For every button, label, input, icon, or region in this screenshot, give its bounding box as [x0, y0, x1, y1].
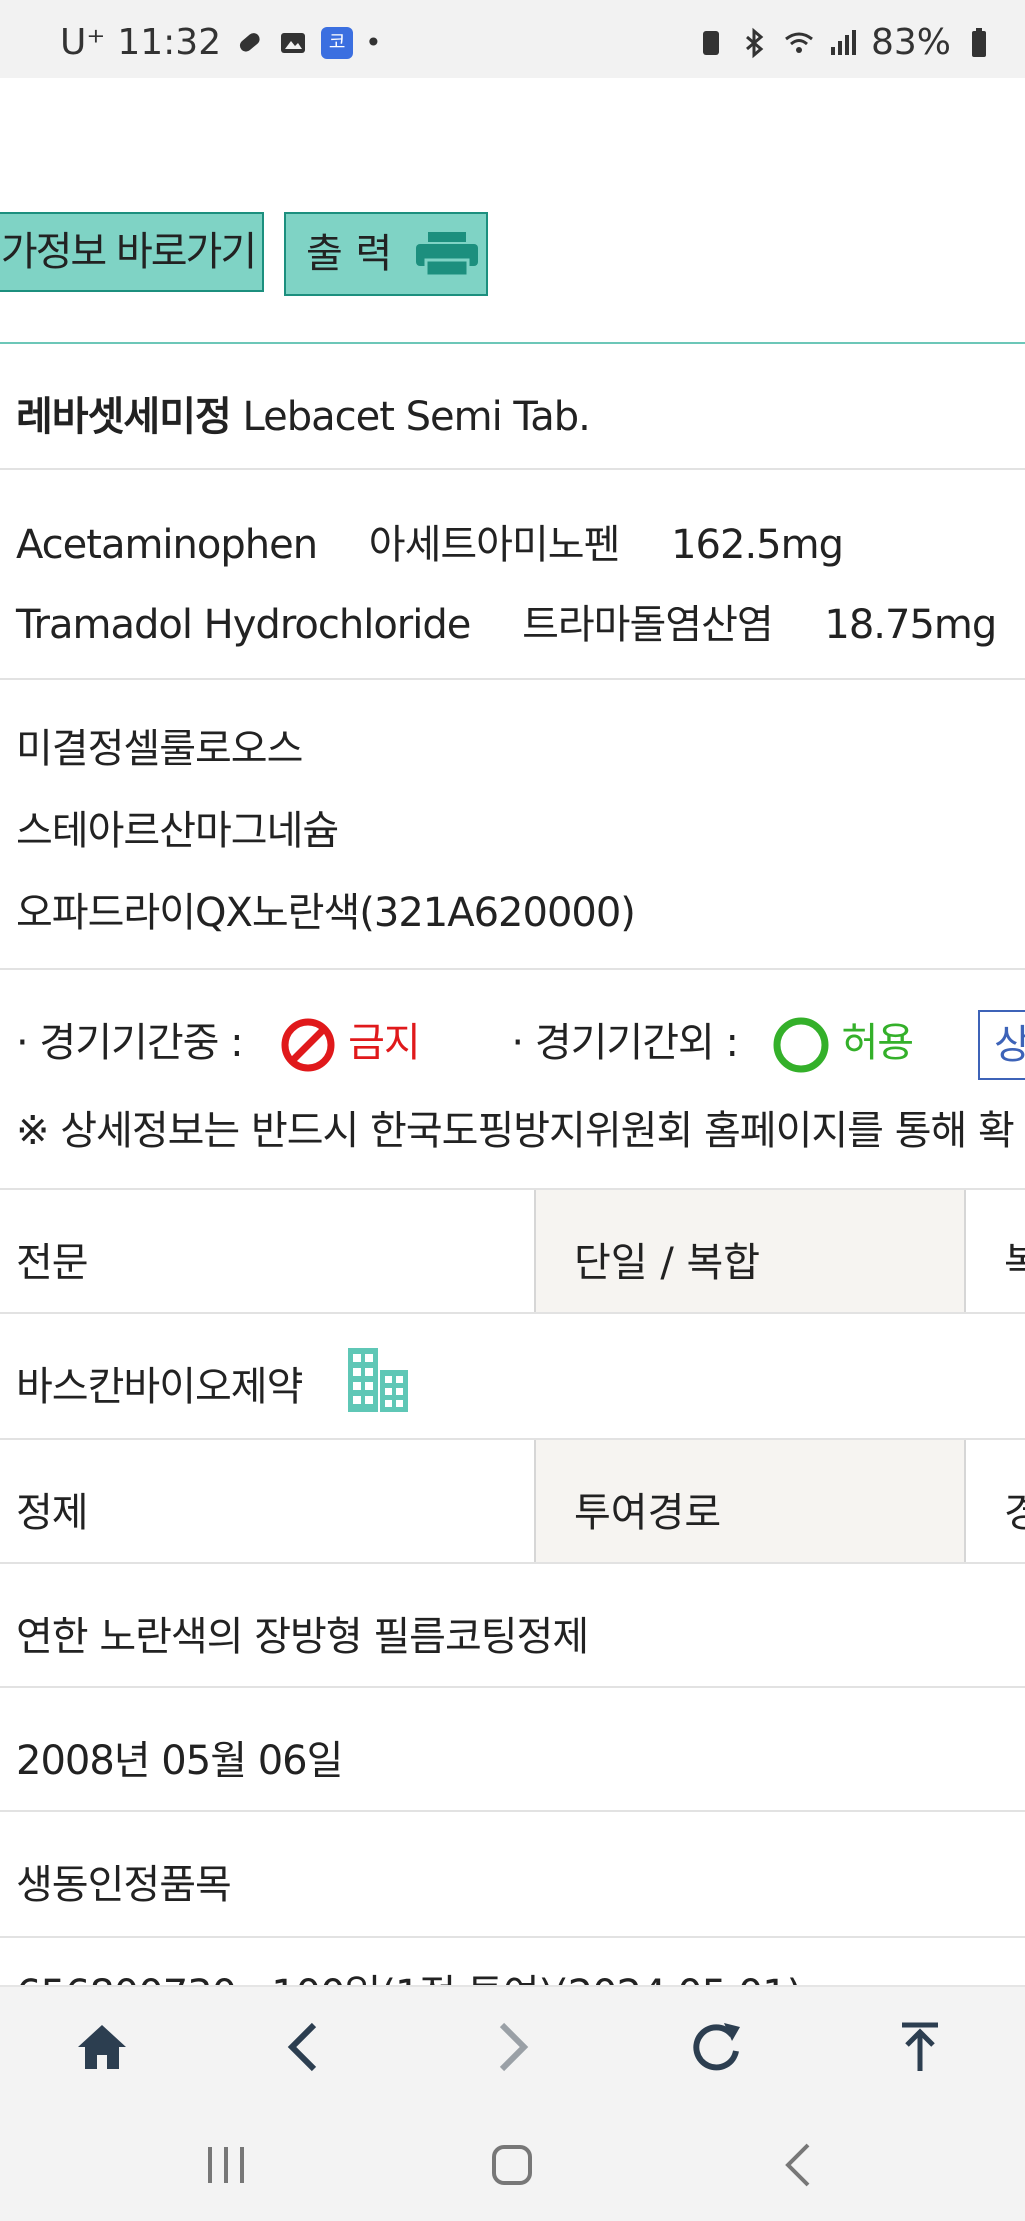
battery-icon [972, 27, 986, 57]
cut-off-cell-text: 복 [1004, 1240, 1025, 1286]
table-header-cell: 투여경로 [534, 1440, 964, 1562]
in-competition-status: 금지 [348, 1020, 421, 1066]
doping-row: · 경기기간중 : 금지 · 경기기간외 : 허용 상 ※ 상세정보는 반드시 … [0, 970, 1025, 1190]
company-name[interactable]: 바스칸바이오제약 [16, 1354, 303, 1412]
in-competition-label: · 경기기간중 : [16, 1020, 244, 1066]
status-bar: U⁺ 11:32 코 • 83% [0, 0, 1025, 78]
gallery-icon [281, 32, 306, 53]
product-name-ko: 레바셋세미정 [16, 394, 232, 440]
printer-icon [416, 232, 478, 278]
battery-percent: 83% [870, 22, 951, 63]
detail-link-button[interactable]: 가정보 바로가기 [0, 212, 264, 292]
table-header-cell: 단일 / 복합 [534, 1190, 964, 1312]
print-button[interactable]: 출 력 [284, 212, 488, 296]
recent-apps-icon[interactable] [196, 2135, 256, 2195]
out-competition-label: · 경기기간외 : [511, 1020, 739, 1066]
ingredient-ko: 트라마돌염산염 [522, 602, 774, 648]
company-row: 바스칸바이오제약 [0, 1314, 1025, 1440]
ingredient-amount: 18.75mg [824, 602, 997, 648]
additive-item: 미결정셀룰로오스 [16, 726, 303, 772]
ingredient-en: Acetaminophen [16, 522, 318, 568]
app-notification-icon: 코 [321, 26, 354, 59]
doping-notice: ※ 상세정보는 반드시 한국도핑방지위원회 홈페이지를 통해 확 [16, 1108, 1015, 1154]
product-name-en: Lebacet Semi Tab. [242, 394, 591, 440]
signal-icon [830, 29, 856, 55]
chevron-left-icon[interactable] [276, 2017, 336, 2077]
ingredient-amount: 162.5mg [671, 522, 844, 568]
ingredient-en: Tramadol Hydrochloride [16, 602, 471, 648]
cut-off-cell-text: 경 [1004, 1490, 1025, 1536]
status-right: 83% [695, 22, 995, 63]
battery-saver-icon [702, 30, 719, 55]
ingredient-item: Tramadol Hydrochloride 트라마돌염산염 18.75mg [16, 592, 997, 650]
forbidden-icon [281, 1018, 335, 1072]
status-left: U⁺ 11:32 코 • [60, 22, 382, 63]
appearance-text: 연한 노란색의 장방형 필름코팅정제 [16, 1614, 589, 1660]
table-row: 정제 투여경로 경 [0, 1440, 1025, 1564]
additive-item: 스테아르산마그네슘 [16, 808, 339, 854]
table-cell-cut: 경 [964, 1440, 1025, 1562]
allowed-icon [773, 1017, 829, 1073]
chevron-right-icon[interactable] [480, 2017, 540, 2077]
single-combo-header: 단일 / 복합 [574, 1240, 761, 1286]
more-notifications-dot: • [365, 26, 382, 59]
home-button-icon[interactable] [482, 2135, 542, 2195]
product-name: 레바셋세미정 Lebacet Semi Tab. [16, 384, 591, 442]
dosage-form: 정제 [16, 1490, 89, 1536]
scroll-top-icon[interactable] [890, 2017, 950, 2077]
ingredient-item: Acetaminophen 아세트아미노펜 162.5mg [16, 512, 844, 570]
browser-bottom-bar [0, 1985, 1025, 2105]
doping-detail-button[interactable]: 상 [978, 1010, 1025, 1080]
prescription-type: 전문 [16, 1240, 89, 1286]
table-cell-cut: 복 [964, 1190, 1025, 1312]
product-name-row: 레바셋세미정 Lebacet Semi Tab. [0, 344, 1025, 470]
approval-date: 2008년 05월 06일 [16, 1738, 343, 1784]
additives-row: 미결정셀룰로오스 스테아르산마그네슘 오파드라이QX노란색(321A620000… [0, 680, 1025, 970]
ingredients-row: Acetaminophen 아세트아미노펜 162.5mg Tramadol H… [0, 470, 1025, 680]
system-nav-bar [0, 2105, 1025, 2221]
additive-item: 오파드라이QX노란색(321A620000) [16, 890, 636, 936]
print-label: 출 력 [306, 231, 393, 277]
table-row: 전문 단일 / 복합 복 [0, 1190, 1025, 1314]
back-button-icon[interactable] [770, 2135, 830, 2195]
bioequivalence-row: 생동인정품목 [0, 1812, 1025, 1938]
doping-status: · 경기기간중 : 금지 · 경기기간외 : 허용 [16, 1010, 914, 1074]
wifi-icon [785, 32, 813, 53]
refresh-icon[interactable] [686, 2017, 746, 2077]
route-header: 투여경로 [574, 1490, 722, 1536]
clock: 11:32 [117, 22, 222, 63]
pill-icon [240, 32, 260, 52]
bluetooth-icon [746, 27, 764, 58]
building-icon[interactable] [346, 1344, 410, 1414]
carrier-label: U⁺ [60, 22, 106, 63]
home-icon[interactable] [72, 2017, 132, 2077]
approval-date-row: 2008년 05월 06일 [0, 1688, 1025, 1812]
ingredient-ko: 아세트아미노펜 [368, 522, 621, 568]
appearance-row: 연한 노란색의 장방형 필름코팅정제 [0, 1564, 1025, 1688]
out-competition-status: 허용 [841, 1020, 914, 1066]
bioequivalence-text: 생동인정품목 [16, 1862, 232, 1908]
